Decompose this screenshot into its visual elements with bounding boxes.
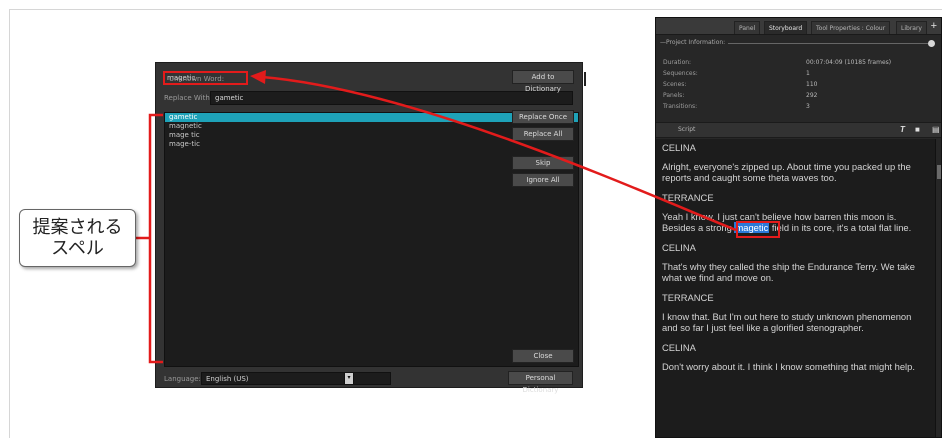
script-header: Script T ■ ▤ <box>656 122 941 138</box>
language-select[interactable]: English (US) <box>201 372 391 385</box>
info-row: Panels: 292 <box>663 92 818 99</box>
menu-icon[interactable]: ▤ <box>932 125 940 134</box>
suggested-spelling-callout: 提案される スペル <box>19 209 136 267</box>
script-scrollbar[interactable] <box>935 139 941 437</box>
panel-tab-bar: Panel Storyboard Tool Properties : Colou… <box>656 18 941 35</box>
character-name: CELINA <box>662 242 696 253</box>
dialogue-line: Don't worry about it. I think I know som… <box>662 361 915 372</box>
script-title: Script <box>678 126 696 133</box>
tab-storyboard[interactable]: Storyboard <box>764 21 808 34</box>
info-row: Transitions: 3 <box>663 103 810 110</box>
skip-button[interactable]: Skip <box>512 156 574 170</box>
replace-once-button[interactable]: Replace Once <box>512 110 574 124</box>
suggestion-list[interactable]: gametic magnetic mage tic mage-tic <box>164 112 579 367</box>
personal-dictionary-button[interactable]: Personal Dictionary <box>508 371 573 394</box>
replace-with-label: Replace With: <box>164 94 213 102</box>
add-tab-icon[interactable]: + <box>931 20 937 32</box>
replace-all-button[interactable]: Replace All <box>512 127 574 141</box>
text-format-icon[interactable]: T <box>900 125 905 134</box>
info-row: Duration: 00:07:04:09 (10185 frames) <box>663 59 892 66</box>
dialogue-line: Alright, everyone's zipped up. About tim… <box>662 161 911 183</box>
chevron-down-icon[interactable]: ▾ <box>344 372 354 385</box>
callout-line: スペル <box>51 238 104 259</box>
project-info-title: —Project Information: <box>660 39 726 46</box>
script-text-area[interactable]: CELINA Alright, everyone's zipped up. Ab… <box>656 139 935 437</box>
callout-line: 提案される <box>32 217 123 238</box>
divider <box>728 43 928 44</box>
spacer <box>584 72 586 86</box>
scrollbar-thumb[interactable] <box>937 165 941 179</box>
ignore-all-button[interactable]: Ignore All <box>512 173 574 187</box>
suggestion-item[interactable]: mage-tic <box>165 140 578 149</box>
dialogue-line: I know that. But I'm out here to study u… <box>662 311 912 333</box>
add-to-dictionary-button[interactable]: Add to Dictionary <box>512 70 574 93</box>
unknown-word-label: Unknown Word: <box>169 75 225 83</box>
character-name: CELINA <box>662 142 696 153</box>
dialogue-line: Yeah I know. I just can't believe how ba… <box>662 211 912 233</box>
unknown-word-field: Unknown Word: magetic <box>163 71 248 85</box>
character-name: TERRANCE <box>662 292 714 303</box>
dialogue-line: That's why they called the ship the Endu… <box>662 261 915 283</box>
collapse-toggle-icon[interactable] <box>928 40 935 47</box>
info-row: Sequences: 1 <box>663 70 810 77</box>
tab-tool-properties[interactable]: Tool Properties : Colour <box>811 21 891 34</box>
tab-panel[interactable]: Panel <box>734 21 761 34</box>
storyboard-panel: Panel Storyboard Tool Properties : Colou… <box>655 17 942 438</box>
language-label: Language: <box>164 375 201 383</box>
misspelled-word-highlight-box <box>736 221 780 238</box>
replace-with-input[interactable]: gametic <box>210 91 573 105</box>
info-row: Scenes: 110 <box>663 81 818 88</box>
close-button[interactable]: Close <box>512 349 574 363</box>
character-name: CELINA <box>662 342 696 353</box>
spell-check-dialog: Unknown Word: magetic Replace With: game… <box>155 62 586 394</box>
tab-library[interactable]: Library <box>896 21 927 34</box>
folder-icon[interactable]: ■ <box>915 125 920 134</box>
character-name: TERRANCE <box>662 192 714 203</box>
